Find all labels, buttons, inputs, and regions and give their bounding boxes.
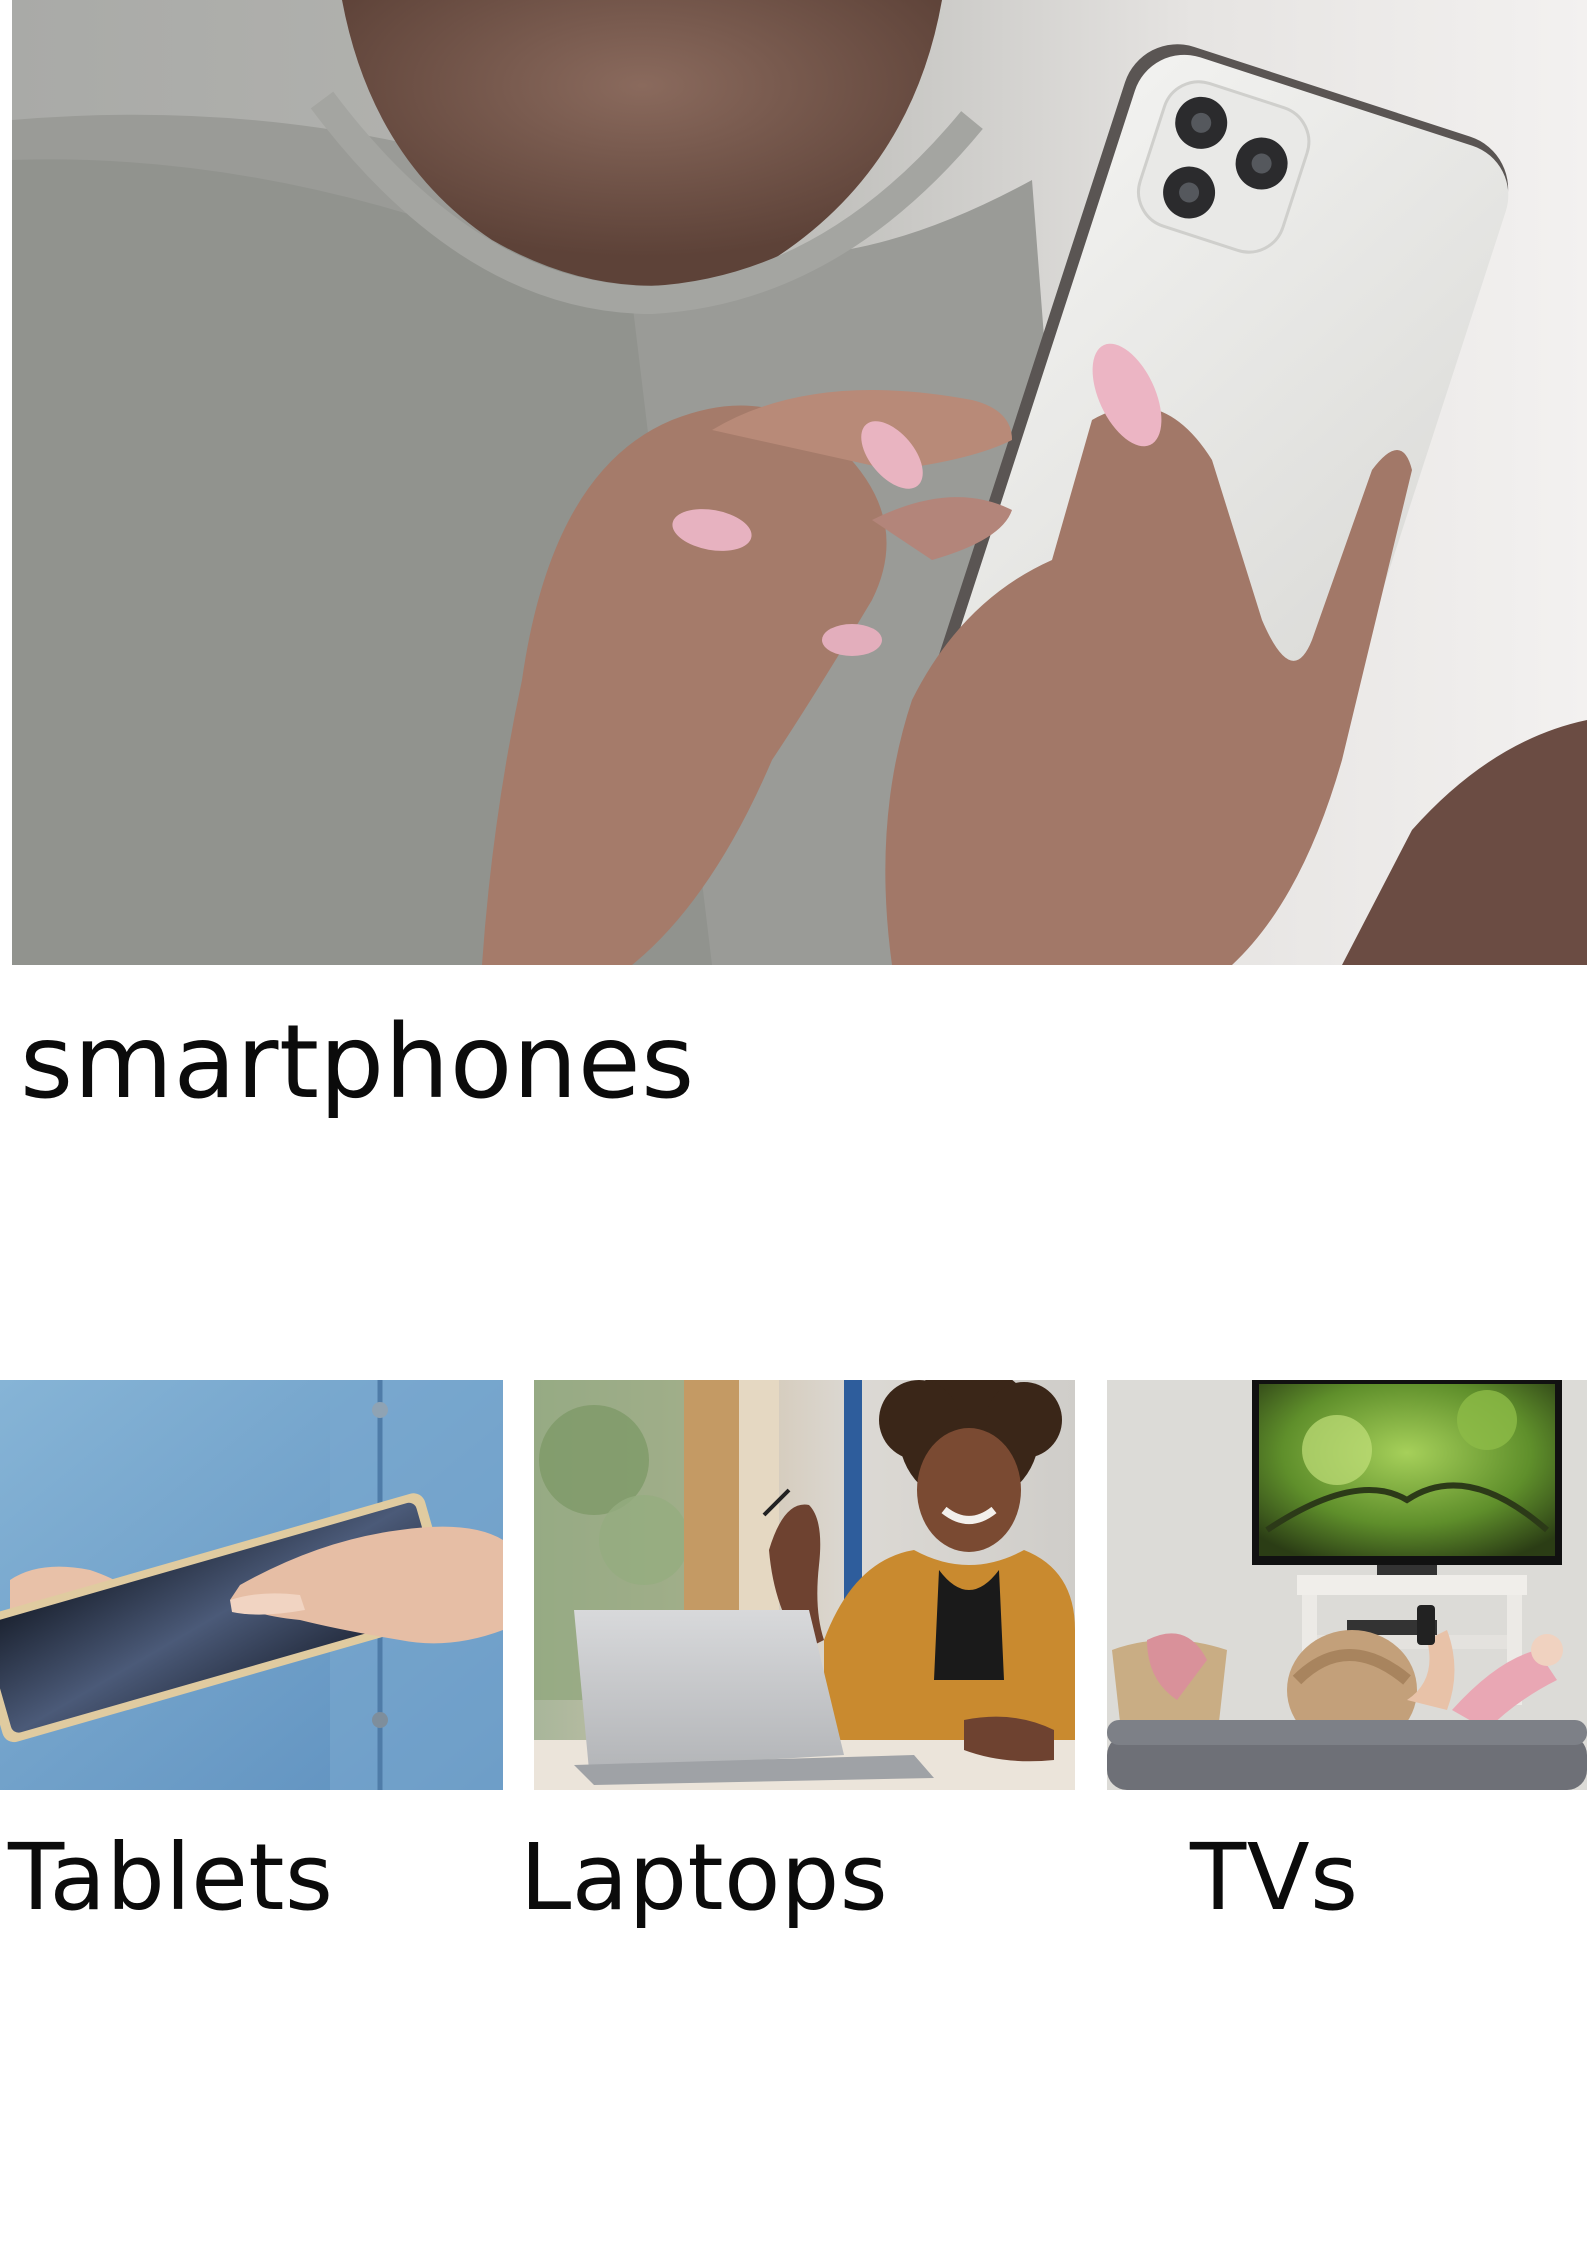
tv-photo [1107,1380,1587,1790]
tvs-image[interactable] [1107,1380,1587,1790]
laptops-label[interactable]: Laptops [520,1832,888,1924]
laptops-image[interactable] [534,1380,1075,1790]
smartphones-image[interactable] [12,0,1587,965]
smartphone-photo [12,0,1587,965]
laptop-photo [534,1380,1075,1790]
tablets-label[interactable]: Tablets [8,1832,333,1924]
tablets-image[interactable] [0,1380,503,1790]
tablet-photo [0,1380,503,1790]
smartphones-label[interactable]: smartphones [20,1012,695,1114]
tvs-label[interactable]: TVs [1190,1832,1359,1924]
